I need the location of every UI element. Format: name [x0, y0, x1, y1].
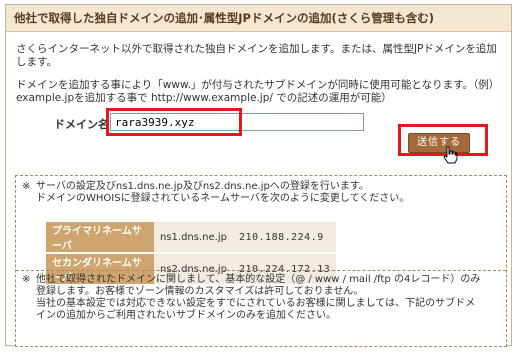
submit-button[interactable]: 送信する — [408, 133, 470, 153]
note-mark: ※ — [22, 274, 31, 285]
primary-ns-ip: 210.188.224.9 — [232, 222, 337, 252]
intro-line-2a: ドメインを追加する事により「www.」が付与されたサブドメインが同時に使用可能と… — [16, 79, 500, 91]
table-row: プライマリネームサーバ ns1.dns.ne.jp 210.188.224.9 — [46, 222, 337, 252]
notice-2-line-4: インの追加からご利用されたいサブドメインのみを追加ください。 — [36, 310, 336, 321]
domain-name-label: ドメイン名 — [54, 118, 109, 131]
domain-form: ドメイン名 rara3939.xyz 送信する — [6, 108, 511, 164]
notice-1-line-1: サーバの設定及びns1.dns.ne.jp及びns2.dns.ne.jpへの登録… — [36, 181, 369, 192]
domain-add-panel: 他社で取得した独自ドメインの追加･属性型JPドメインの追加(さくら管理も含む) … — [5, 4, 512, 347]
nameserver-notice: ※ サーバの設定及びns1.dns.ne.jp及びns2.dns.ne.jpへの登… — [15, 175, 507, 347]
hand-cursor-icon — [443, 146, 458, 164]
notice-2: ※ 他社で取得されたドメインに関しまして、基本的な設定（@ / www / mai… — [22, 274, 498, 322]
panel-title: 他社で取得した独自ドメインの追加･属性型JPドメインの追加(さくら管理も含む) — [6, 5, 511, 32]
notice-2-line-3: 当社の基本設定では対応できない設定をすでにされているお客様に関しましては、下記の… — [36, 298, 476, 309]
notice-2-line-1: 他社で取得されたドメインに関しまして、基本的な設定（@ / www / mail… — [36, 274, 481, 285]
notice-2-line-2: 登録します。お客様でゾーン情報のカスタマイズは許可しておりません。 — [36, 286, 364, 297]
notice-1-line-2: ドメインのWHOISに登録されているネームサーバを次のように変更してください。 — [36, 193, 410, 204]
primary-ns-host: ns1.dns.ne.jp — [154, 222, 233, 252]
intro-text: さくらインターネット以外で取得された独自ドメインを追加します。または、属性型JP… — [16, 43, 506, 105]
note-mark: ※ — [22, 181, 31, 192]
domain-name-input[interactable]: rara3939.xyz — [110, 113, 364, 131]
notice-1: ※ サーバの設定及びns1.dns.ne.jp及びns2.dns.ne.jpへの登… — [22, 181, 492, 205]
intro-line-2b: example.jpを追加する事で http://www.example.jp/… — [16, 92, 392, 104]
intro-line-1: さくらインターネット以外で取得された独自ドメインを追加します。または、属性型JP… — [16, 43, 497, 68]
primary-ns-label: プライマリネームサーバ — [46, 222, 154, 252]
divider — [16, 270, 506, 271]
